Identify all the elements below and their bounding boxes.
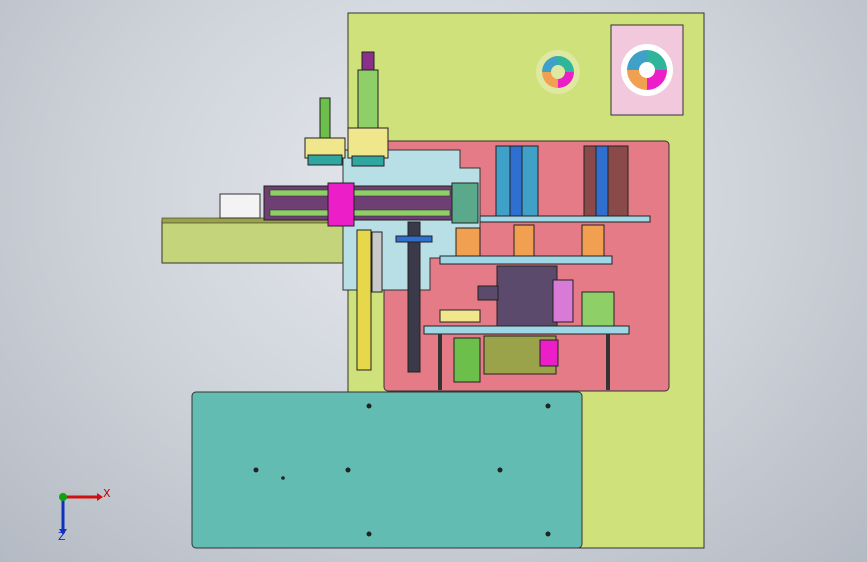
- drive-motor: [496, 265, 558, 329]
- assembly-drawing: [57, 12, 705, 549]
- lower-frame-plate: [423, 325, 630, 335]
- turntable-plate: [439, 255, 613, 265]
- rail-end-fitting: [451, 182, 479, 224]
- view-orientation-icon: [536, 50, 580, 94]
- vertical-shaft: [407, 221, 421, 373]
- top-post-left: [304, 97, 346, 166]
- view-orientation-icon: [610, 24, 684, 116]
- coordinate-triad: [57, 490, 103, 535]
- cad-viewport[interactable]: X Z: [0, 0, 867, 562]
- slide-carriage: [327, 182, 355, 227]
- mounting-block: [191, 391, 583, 549]
- axis-z-label: Z: [58, 530, 66, 543]
- rail-end-block: [219, 193, 261, 219]
- axis-x-label: X: [103, 487, 111, 500]
- left-arm-beam: [161, 220, 349, 264]
- vertical-column-left: [356, 229, 372, 371]
